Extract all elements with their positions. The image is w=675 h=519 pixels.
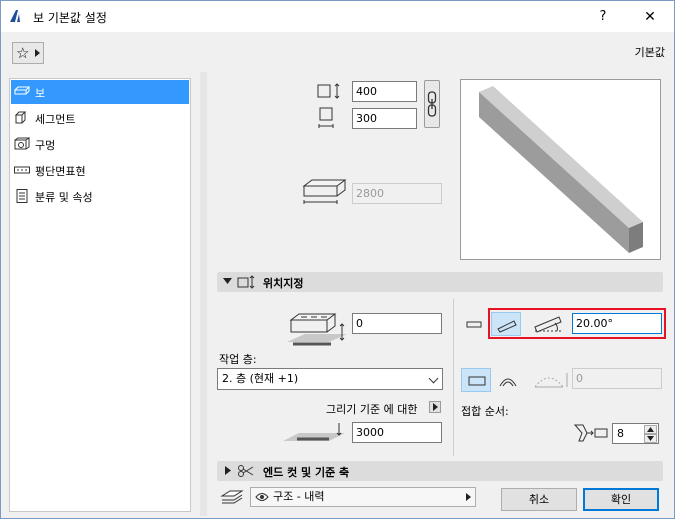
sidebar-item-beam[interactable]: 보	[11, 80, 189, 104]
curved-beam-icon	[499, 378, 517, 387]
panel-sidebar: 보 세그먼트 구멍 평단면표현 분류 및 속성	[9, 78, 191, 512]
straight-beam-toggle[interactable]	[461, 368, 491, 392]
beam-offset-icon	[287, 313, 347, 346]
beam-default-settings-dialog: 보 기본값 설정 ? ✕ ☆ 기본값 보 세그먼트 구멍 평단면표현 분류 및 …	[0, 0, 675, 519]
reference-label: 그리기 기준 에 대한	[326, 403, 418, 416]
intersection-priority-label: 접합 순서:	[461, 405, 509, 418]
layer-dropdown[interactable]: 구조 - 내력	[250, 487, 476, 507]
stepper-up-button[interactable]	[644, 425, 657, 434]
layer-value: 구조 - 내력	[273, 490, 325, 503]
beam-preview-image	[479, 86, 643, 253]
sidebar-item-floor-plan[interactable]: 평단면표현	[11, 158, 189, 182]
title-bar: 보 기본값 설정 ? ✕	[1, 1, 674, 32]
chevron-down-icon	[428, 373, 439, 384]
positioning-section-title: 위치지정	[263, 277, 304, 290]
positioning-icon	[237, 275, 255, 289]
beam-length-icon	[302, 179, 347, 204]
ok-button[interactable]: 확인	[583, 488, 659, 511]
star-icon: ☆	[16, 44, 30, 62]
beam-width-input[interactable]: 300	[352, 108, 417, 129]
segment-icon	[14, 111, 27, 124]
chevron-down-icon	[647, 436, 654, 441]
positioning-section-header[interactable]: 위치지정	[217, 272, 663, 292]
home-story-dropdown[interactable]: 2. 층 (현재 +1)	[217, 368, 443, 390]
sidebar-item-classification[interactable]: 분류 및 속성	[11, 184, 189, 208]
triangle-right-icon	[35, 49, 40, 57]
offset-input[interactable]: 0	[352, 313, 442, 334]
classification-icon	[16, 189, 28, 203]
link-dimensions-button[interactable]	[424, 80, 440, 128]
cancel-button[interactable]: 취소	[501, 488, 577, 511]
arc-height-icon	[534, 373, 568, 388]
home-story-label: 작업 층:	[219, 353, 257, 366]
arc-height-input: 0	[572, 368, 662, 389]
favorites-button[interactable]: ☆	[12, 42, 44, 64]
triangle-right-icon	[225, 466, 231, 475]
home-story-value: 2. 층 (현재 +1)	[222, 372, 299, 385]
eye-icon	[255, 493, 269, 501]
sidebar-item-label: 평단면표현	[35, 165, 86, 178]
reference-menu-button[interactable]	[429, 401, 441, 413]
end-cuts-section-title: 엔드 컷 및 기준 축	[263, 466, 350, 479]
triangle-right-icon	[433, 403, 438, 411]
sidebar-item-segment[interactable]: 세그먼트	[11, 106, 189, 130]
defaults-label: 기본값	[634, 46, 665, 59]
window-title: 보 기본값 설정	[33, 11, 107, 25]
sidebar-item-label: 구멍	[35, 139, 56, 152]
beam-height-input[interactable]: 400	[352, 81, 417, 102]
stepper-down-button[interactable]	[644, 434, 657, 443]
floor-plan-icon	[14, 166, 30, 174]
triangle-right-icon	[466, 493, 471, 501]
reference-level-input[interactable]: 3000	[352, 422, 442, 443]
chain-link-icon	[427, 91, 437, 117]
intersection-priority-stepper[interactable]: 8	[612, 423, 659, 444]
beam-width-icon	[318, 107, 334, 128]
sidebar-item-label: 보	[35, 87, 46, 100]
sidebar-item-hole[interactable]: 구멍	[11, 132, 189, 156]
beam-length-input: 2800	[352, 183, 442, 204]
intersection-priority-value: 8	[617, 427, 624, 440]
beam-icon	[14, 86, 30, 95]
archicad-logo-icon	[10, 10, 20, 22]
beam-3d-preview	[460, 79, 661, 260]
end-cuts-section-header[interactable]: 엔드 컷 및 기준 축	[217, 461, 663, 481]
reference-level-icon	[283, 423, 345, 441]
layer-icon	[220, 490, 244, 504]
sidebar-item-label: 세그먼트	[35, 113, 76, 126]
horizontal-beam-icon	[466, 321, 482, 328]
chevron-down-icon	[223, 278, 232, 284]
straight-beam-icon	[468, 376, 486, 386]
scissors-icon	[238, 465, 254, 477]
curved-beam-toggle[interactable]	[492, 368, 522, 392]
highlight-box	[488, 308, 666, 339]
sidebar-item-label: 분류 및 속성	[35, 191, 93, 204]
close-button[interactable]: ✕	[639, 7, 661, 27]
hole-icon	[14, 137, 30, 150]
help-button[interactable]: ?	[593, 7, 613, 27]
chevron-up-icon	[647, 427, 654, 432]
panel-divider	[200, 72, 207, 516]
beam-height-icon	[317, 83, 340, 99]
intersection-priority-icon	[573, 424, 608, 442]
section-separator	[453, 299, 454, 456]
